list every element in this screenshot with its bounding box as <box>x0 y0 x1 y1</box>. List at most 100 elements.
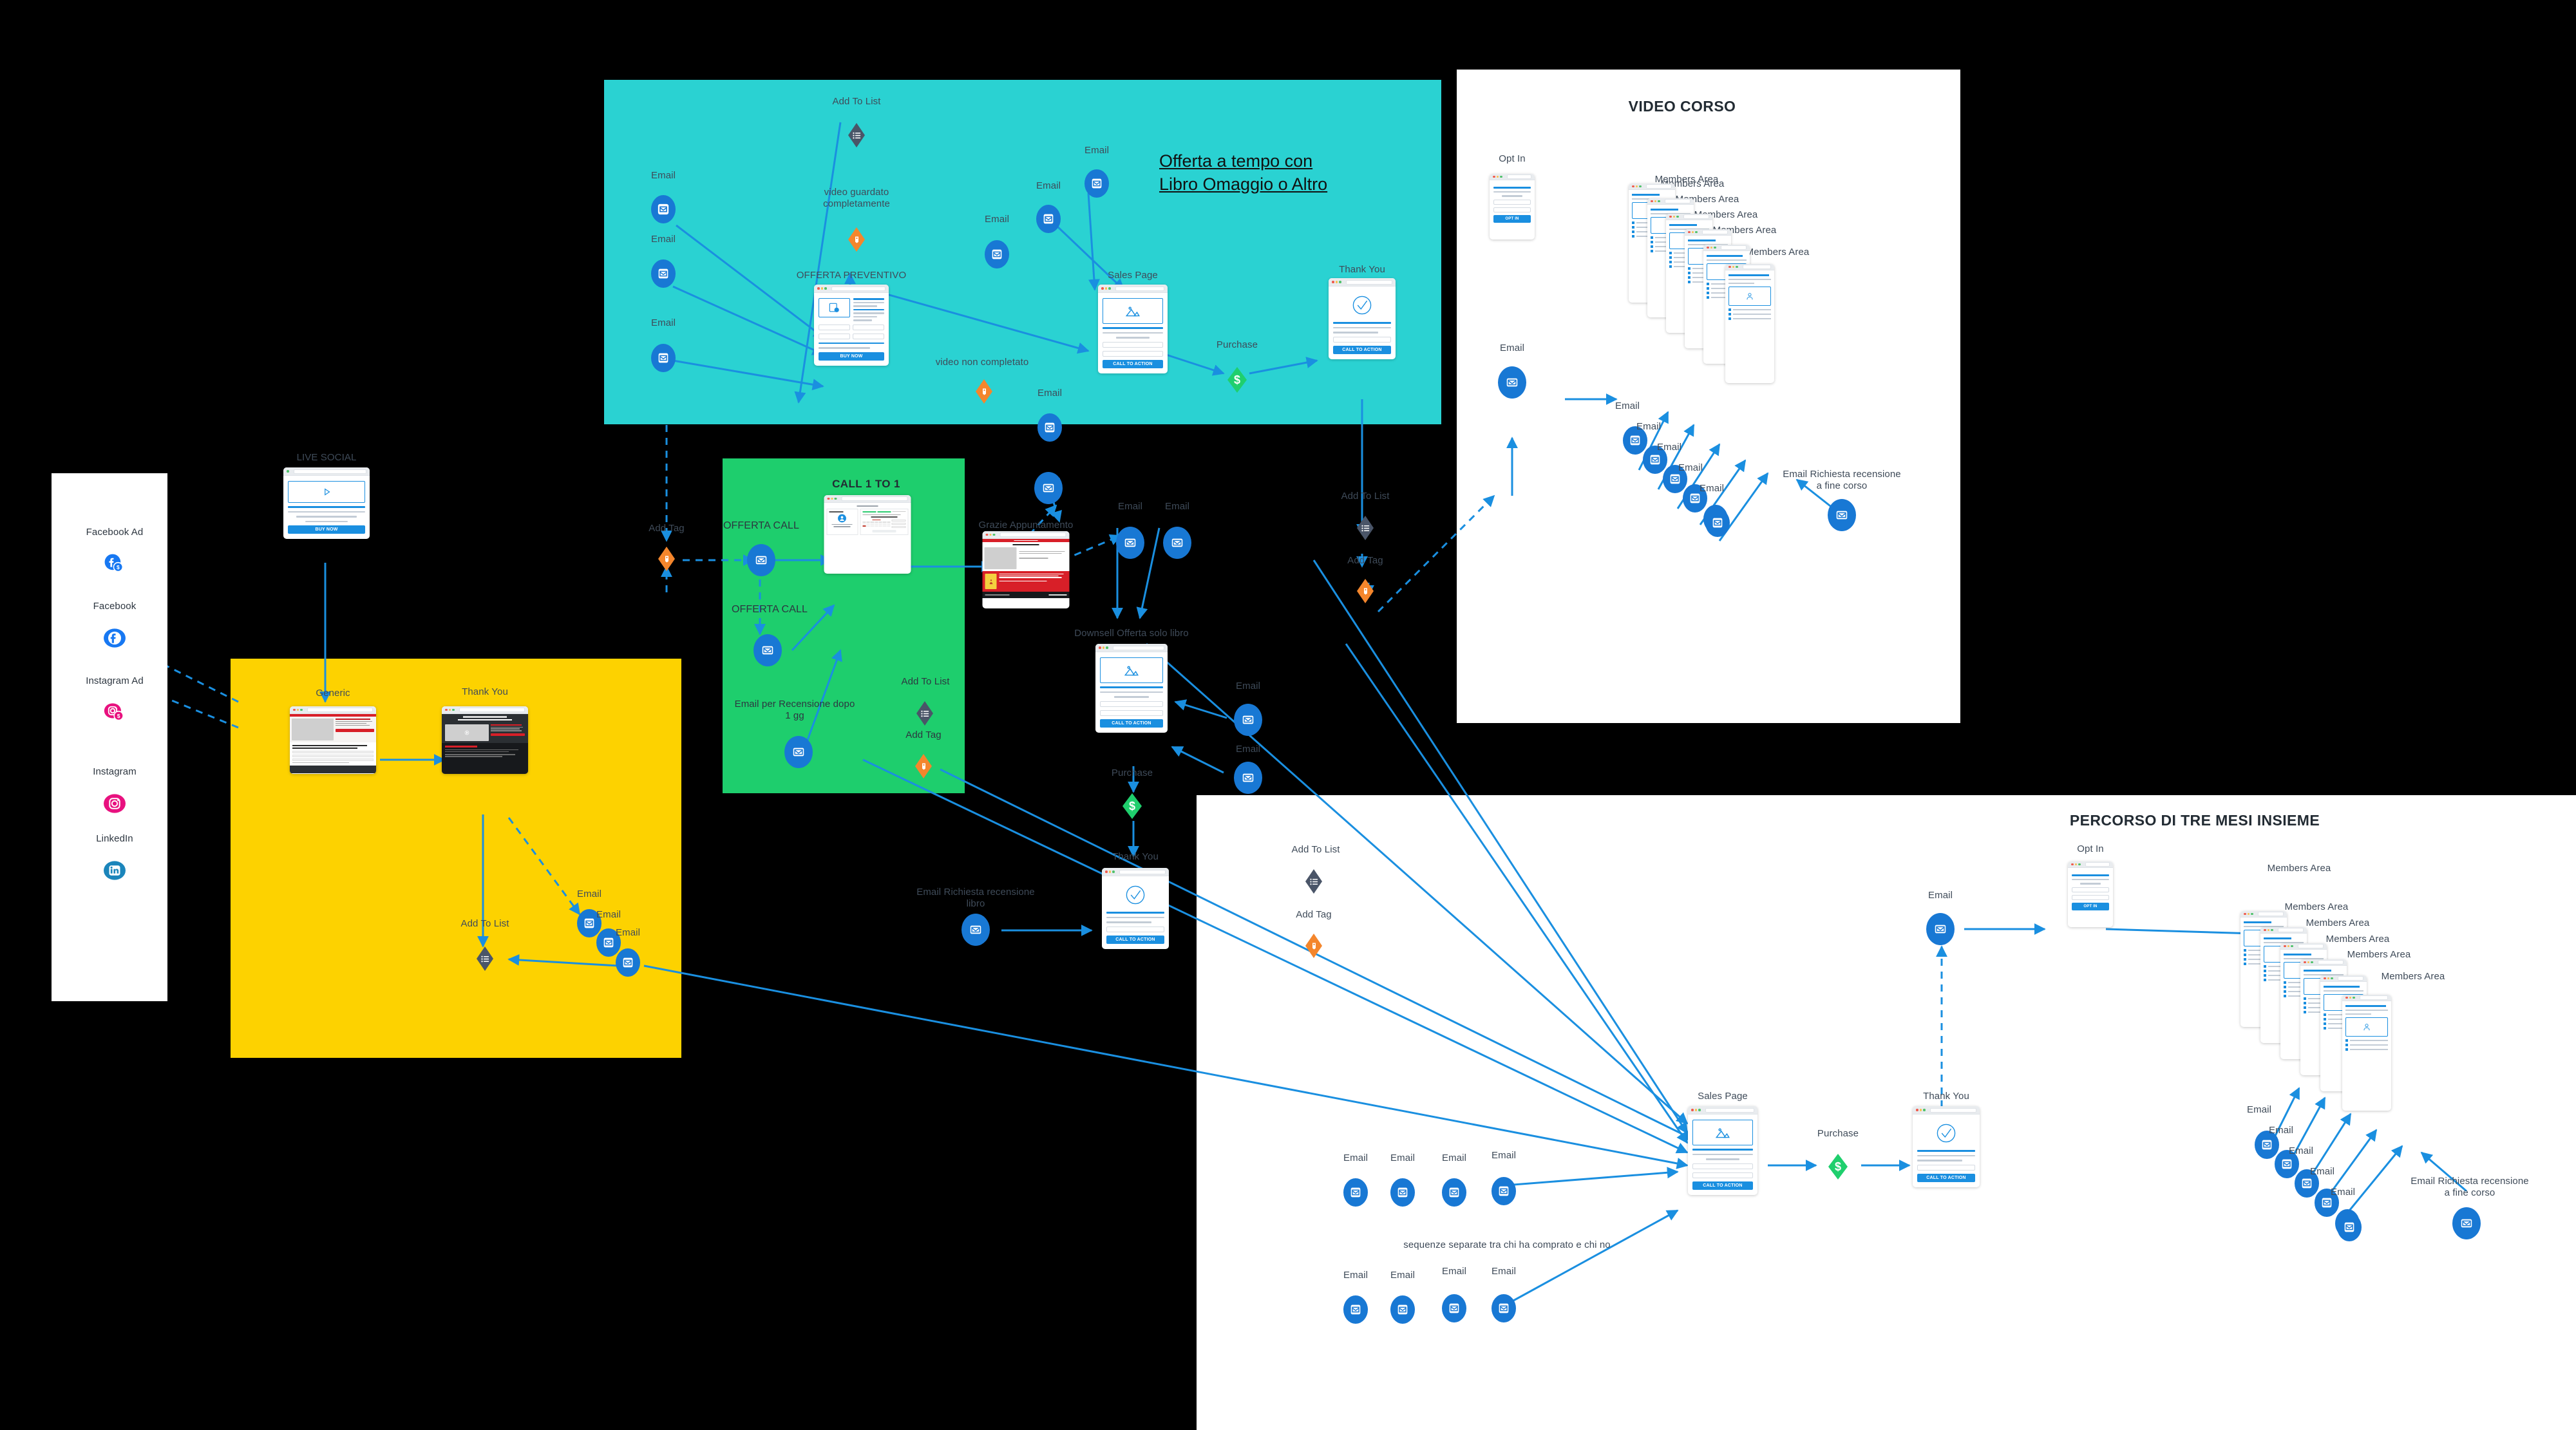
address-bar[interactable] <box>1664 199 1690 203</box>
email-node-row1-1[interactable] <box>1343 1178 1368 1207</box>
email-node-optin-video-corso[interactable] <box>1498 366 1526 399</box>
live-social-buy-now-button[interactable]: BUY NOW <box>288 525 365 534</box>
email-node-yellow-3[interactable] <box>616 948 640 977</box>
email-node-downsell-1[interactable] <box>1116 527 1144 559</box>
email-node-row2-2[interactable] <box>1390 1295 1415 1324</box>
page-thankyou-percorso[interactable]: CALL TO ACTION <box>1913 1106 1980 1187</box>
email-node-vc-6[interactable] <box>1705 509 1730 537</box>
email-node-grazie-appuntamento[interactable] <box>1034 472 1063 504</box>
email-node-row1-3[interactable] <box>1442 1178 1466 1207</box>
add-tag-icon-green[interactable] <box>915 754 932 778</box>
add-tag-icon-middle[interactable] <box>658 547 675 571</box>
address-bar[interactable] <box>1701 230 1728 234</box>
page-generic-optin[interactable] <box>290 706 376 774</box>
add-to-list-icon-percorso[interactable] <box>1305 869 1322 894</box>
address-bar[interactable] <box>1705 1107 1754 1113</box>
page-thankyou-middle[interactable]: CALL TO ACTION <box>1102 868 1169 949</box>
instagram-ad-icon[interactable]: $ <box>103 701 127 725</box>
address-bar[interactable] <box>831 286 886 291</box>
add-tag-icon-teal[interactable] <box>848 227 865 252</box>
address-bar[interactable] <box>1720 245 1747 250</box>
page-optin-video-corso[interactable]: OPT IN <box>1490 174 1535 240</box>
address-bar[interactable] <box>1742 265 1771 269</box>
email-node-teal-7[interactable] <box>1036 205 1061 233</box>
email-node-row1-4[interactable] <box>1492 1177 1516 1205</box>
add-tag-icon-middle2[interactable] <box>1357 579 1374 603</box>
page-calendar-booking[interactable] <box>824 495 911 574</box>
email-node-teal-3[interactable] <box>651 344 676 372</box>
address-bar[interactable] <box>2277 928 2304 932</box>
purchase-icon-teal[interactable]: $ <box>1227 367 1247 393</box>
address-bar[interactable] <box>1645 184 1672 189</box>
address-bar[interactable] <box>2337 976 2363 981</box>
address-bar[interactable] <box>293 469 366 474</box>
email-node-recensione-libro[interactable] <box>961 914 990 946</box>
address-bar[interactable] <box>999 532 1066 537</box>
sales-cta-button-percorso[interactable]: CALL TO ACTION <box>1692 1181 1753 1190</box>
address-bar[interactable] <box>1929 1107 1976 1113</box>
add-to-list-icon-green[interactable] <box>916 701 933 726</box>
page-downsell-offerta[interactable]: CALL TO ACTION <box>1095 644 1168 733</box>
email-node-optin-percorso[interactable] <box>1926 913 1955 945</box>
address-bar[interactable] <box>2257 912 2284 916</box>
optin-button-percorso[interactable]: OPT IN <box>2072 902 2109 910</box>
page-offerta-preventivo[interactable]: BUY NOW <box>814 285 889 366</box>
email-node-recensione-vc[interactable] <box>1828 499 1856 531</box>
add-tag-icon-teal-2[interactable] <box>976 379 992 404</box>
page-grazie-appuntamento[interactable] <box>982 531 1070 608</box>
facebook-ad-icon[interactable]: $ <box>103 552 127 576</box>
page-members-area-vc-6[interactable] <box>1725 264 1774 383</box>
thankyou-cta-button-percorso[interactable]: CALL TO ACTION <box>1917 1173 1975 1182</box>
email-node-row1-2[interactable] <box>1390 1178 1415 1207</box>
page-members-area-p-6[interactable] <box>2342 995 2391 1111</box>
address-bar[interactable] <box>2359 995 2388 1000</box>
email-node-teal-6[interactable] <box>985 240 1009 268</box>
page-thankyou-yellow[interactable] <box>442 706 528 774</box>
optin-button-video-corso[interactable]: OPT IN <box>1493 214 1531 223</box>
email-node-downsell-3[interactable] <box>1234 704 1262 736</box>
address-bar[interactable] <box>1683 214 1709 219</box>
purchase-icon-downsell[interactable]: $ <box>1122 793 1142 819</box>
email-node-recensione-green[interactable] <box>784 736 813 768</box>
email-node-row2-3[interactable] <box>1442 1294 1466 1322</box>
email-node-recensione-percorso[interactable] <box>2452 1207 2481 1239</box>
email-node-downsell-2[interactable] <box>1163 527 1191 559</box>
add-to-list-icon-yellow[interactable] <box>477 946 493 971</box>
sales-cta-button[interactable]: CALL TO ACTION <box>1103 359 1163 368</box>
address-bar[interactable] <box>1506 174 1531 179</box>
address-bar[interactable] <box>1345 279 1392 285</box>
linkedin-icon[interactable] <box>103 859 127 883</box>
thankyou-cta-button[interactable]: CALL TO ACTION <box>1333 345 1391 354</box>
email-node-downsell-4[interactable] <box>1234 762 1262 794</box>
facebook-icon[interactable] <box>103 626 127 650</box>
thankyou-cta-button[interactable]: CALL TO ACTION <box>1106 935 1164 944</box>
email-node-teal-1[interactable] <box>651 195 676 223</box>
address-bar[interactable] <box>841 496 908 501</box>
email-node-teal-2[interactable] <box>651 259 676 288</box>
page-sales-percorso[interactable]: CALL TO ACTION <box>1688 1106 1757 1195</box>
address-bar[interactable] <box>1119 869 1166 874</box>
video-play-placeholder[interactable] <box>288 481 365 503</box>
purchase-icon-percorso[interactable]: $ <box>1828 1154 1848 1180</box>
add-to-list-icon-middle2[interactable] <box>1357 516 1374 540</box>
page-live-social[interactable]: BUY NOW <box>283 467 370 539</box>
add-tag-icon-percorso[interactable] <box>1305 934 1322 958</box>
email-node-row2-4[interactable] <box>1492 1294 1516 1322</box>
address-bar[interactable] <box>459 708 525 712</box>
address-bar[interactable] <box>307 708 373 712</box>
email-node-offerta-call-2[interactable] <box>753 634 782 666</box>
buy-now-button[interactable]: BUY NOW <box>819 352 884 361</box>
email-node-teal-4[interactable] <box>1037 413 1062 442</box>
email-node-teal-8[interactable] <box>1084 169 1109 198</box>
downsell-cta-button[interactable]: CALL TO ACTION <box>1100 719 1163 728</box>
email-node-offerta-call-1[interactable] <box>747 544 775 576</box>
address-bar[interactable] <box>1115 286 1164 291</box>
address-bar[interactable] <box>2085 862 2110 867</box>
page-thankyou-teal[interactable]: CALL TO ACTION <box>1329 278 1396 359</box>
address-bar[interactable] <box>2317 960 2344 964</box>
page-sales-teal[interactable]: CALL TO ACTION <box>1098 285 1168 373</box>
email-node-p-6[interactable] <box>2337 1213 2362 1241</box>
address-bar[interactable] <box>1112 645 1164 650</box>
add-to-list-icon-teal[interactable] <box>848 123 865 147</box>
instagram-icon[interactable] <box>103 792 127 816</box>
